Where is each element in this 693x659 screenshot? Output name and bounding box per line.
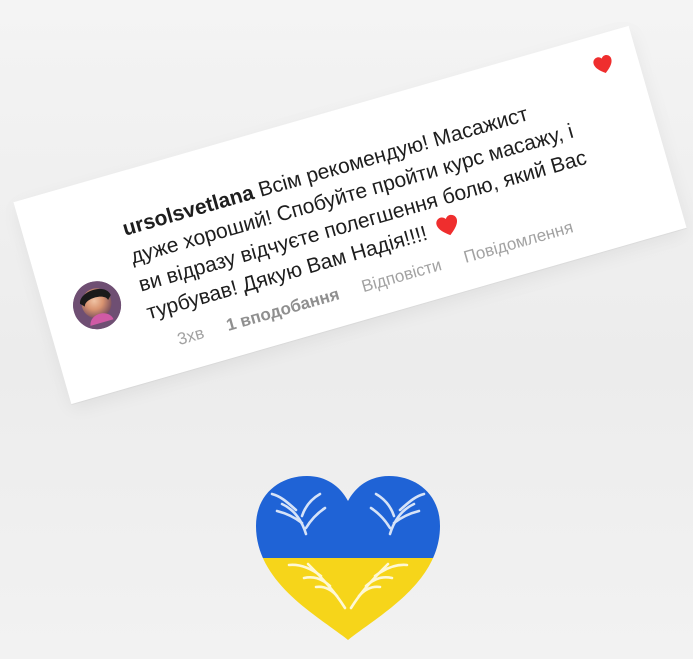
user-avatar[interactable] — [67, 275, 127, 335]
heart-icon[interactable] — [590, 52, 617, 77]
comment-time: 3хв — [175, 323, 207, 349]
inline-heart-icon — [433, 212, 462, 240]
ukrainian-heart-icon — [246, 470, 450, 646]
